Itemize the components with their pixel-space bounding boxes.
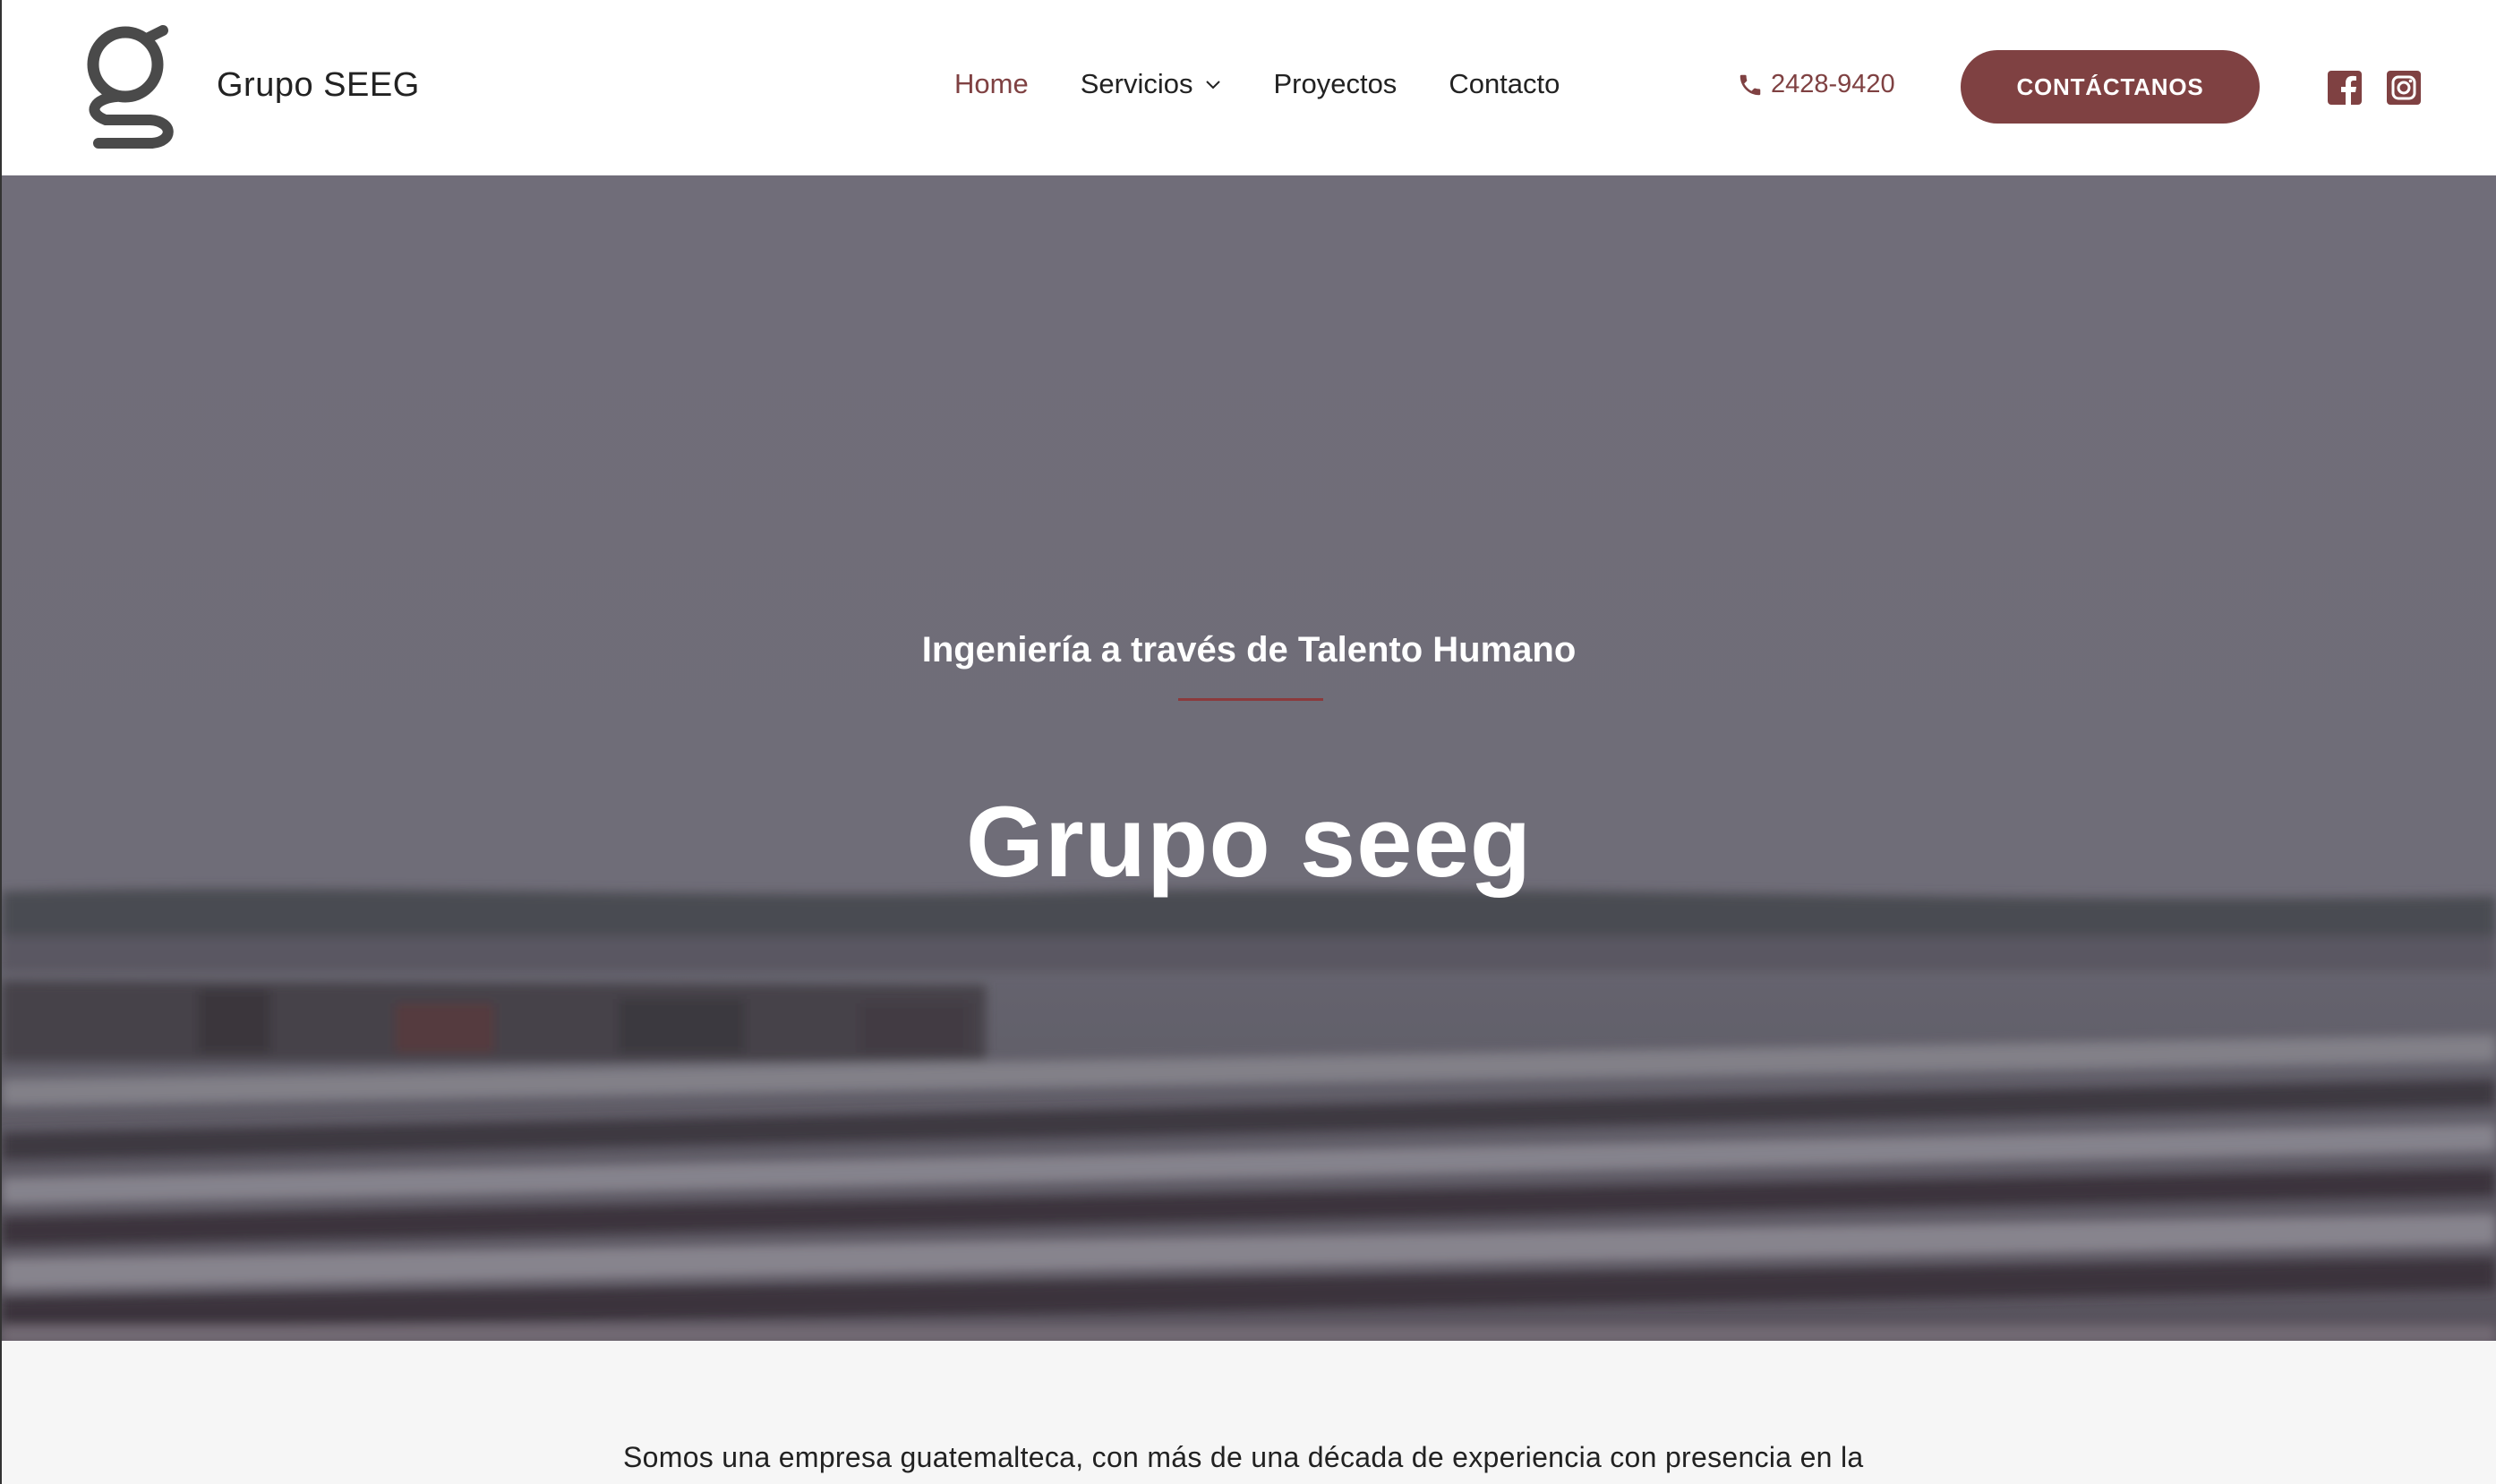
facebook-icon[interactable] [2327,70,2363,106]
nav-home-label: Home [954,68,1029,99]
hero-background-image [2,175,2496,1341]
hero-subtitle: Ingeniería a través de Talento Humano [921,630,1577,670]
logo-g-icon[interactable] [81,23,179,149]
nav-contacto[interactable]: Contacto [1449,68,1560,100]
nav-proyectos[interactable]: Proyectos [1273,68,1397,100]
brand-name[interactable]: Grupo SEEG [217,66,420,105]
hero-title: Grupo seeg [965,786,1533,898]
nav-home[interactable]: Home [954,68,1029,100]
phone-number: 2428-9420 [1771,70,1895,98]
main-nav: Home Servicios Proyectos Contacto [954,68,1611,100]
nav-servicios[interactable]: Servicios [1081,68,1222,100]
phone-link[interactable]: 2428-9420 [1737,70,1895,99]
hero-section: Ingeniería a través de Talento Humano Gr… [0,175,2496,1341]
phone-icon [1740,74,1761,95]
instagram-icon[interactable] [2386,70,2422,106]
intro-section: Somos una empresa guatemalteca, con más … [0,1341,2496,1484]
nav-contacto-label: Contacto [1449,68,1560,99]
site-header: Grupo SEEG Home Servicios Proyectos Cont… [0,0,2496,175]
nav-servicios-label: Servicios [1080,68,1193,99]
chevron-down-icon [1206,81,1221,90]
contact-cta-button[interactable]: CONTÁCTANOS [1961,50,2260,124]
nav-proyectos-label: Proyectos [1273,68,1398,99]
hero-divider [1178,698,1323,701]
intro-text: Somos una empresa guatemalteca, con más … [623,1441,1864,1473]
